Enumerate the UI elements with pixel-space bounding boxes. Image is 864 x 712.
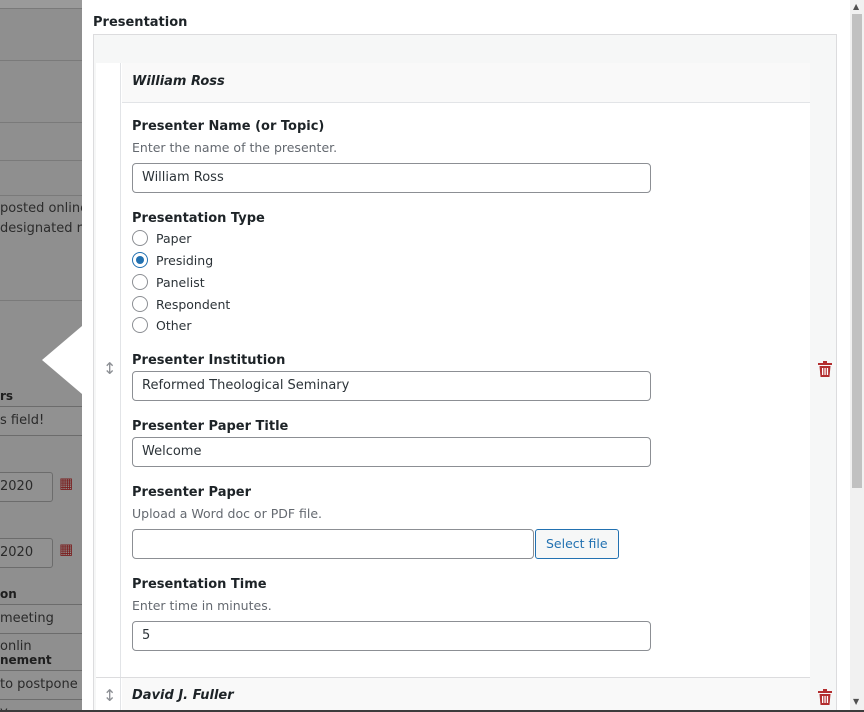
- trash-icon[interactable]: [818, 689, 832, 705]
- presenter-name-input[interactable]: William Ross: [132, 163, 651, 193]
- row-header-title: William Ross: [132, 74, 225, 89]
- row-handle-column[interactable]: ↕: [96, 678, 121, 710]
- row-header[interactable]: William Ross: [122, 63, 810, 103]
- background-label: rs: [0, 389, 14, 403]
- paper-title-label: Presenter Paper Title: [132, 419, 289, 434]
- background-text: designated re: [0, 221, 82, 236]
- background-field: meeting onlin: [0, 604, 82, 654]
- radio-label[interactable]: Respondent: [156, 297, 230, 312]
- presentation-panel: Presentation ↕ William Ross Presenter Na…: [82, 0, 850, 710]
- section-title: Presentation: [93, 15, 188, 30]
- radio-label[interactable]: Presiding: [156, 253, 213, 268]
- repeater-container: ↕ William Ross Presenter Name (or Topic)…: [93, 34, 837, 710]
- popover-pointer: [42, 326, 82, 394]
- scroll-up-arrow-icon[interactable]: ▲: [853, 2, 859, 11]
- radio-button-checked[interactable]: [132, 252, 148, 268]
- radio-label[interactable]: Panelist: [156, 275, 205, 290]
- presentation-time-label: Presentation Time: [132, 577, 267, 592]
- presentation-type-label: Presentation Type: [132, 211, 265, 226]
- trash-icon[interactable]: [818, 361, 832, 377]
- drag-handle-icon[interactable]: ↕: [103, 686, 116, 705]
- repeater-row: ↕ David J. Fuller: [96, 677, 832, 710]
- presenter-name-description: Enter the name of the presenter.: [132, 140, 338, 155]
- radio-option-respondent[interactable]: Respondent: [132, 295, 230, 313]
- background-date-input: 2020: [0, 472, 53, 502]
- presenter-institution-label: Presenter Institution: [132, 353, 286, 368]
- background-field: s field!: [0, 406, 82, 436]
- radio-button[interactable]: [132, 317, 148, 333]
- row-header[interactable]: David J. Fuller: [122, 678, 810, 710]
- scrollbar-thumb[interactable]: [852, 14, 862, 488]
- presenter-name-label: Presenter Name (or Topic): [132, 119, 325, 134]
- background-label: on: [0, 587, 17, 601]
- radio-button[interactable]: [132, 274, 148, 290]
- radio-option-panelist[interactable]: Panelist: [132, 273, 205, 291]
- presenter-paper-description: Upload a Word doc or PDF file.: [132, 506, 323, 521]
- presentation-time-input[interactable]: 5: [132, 621, 651, 651]
- radio-option-paper[interactable]: Paper: [132, 229, 191, 247]
- background-label: nement: [0, 653, 52, 667]
- radio-option-presiding[interactable]: Presiding: [132, 251, 213, 269]
- presentation-time-description: Enter time in minutes.: [132, 598, 272, 613]
- background-date-input: 2020: [0, 538, 53, 568]
- radio-button[interactable]: [132, 296, 148, 312]
- repeater-row: ↕ William Ross Presenter Name (or Topic)…: [96, 63, 832, 677]
- background-field: to postpone y: [0, 670, 82, 712]
- scroll-down-arrow-icon[interactable]: ▼: [853, 697, 859, 706]
- drag-handle-icon[interactable]: ↕: [103, 359, 116, 378]
- calendar-icon: ▦: [59, 474, 74, 492]
- radio-label[interactable]: Other: [156, 318, 192, 333]
- presenter-paper-label: Presenter Paper: [132, 485, 252, 500]
- presenter-institution-input[interactable]: Reformed Theological Seminary: [132, 371, 651, 401]
- radio-label[interactable]: Paper: [156, 231, 191, 246]
- vertical-scrollbar[interactable]: ▲ ▼: [850, 0, 864, 710]
- file-path-input[interactable]: [132, 529, 534, 559]
- background-text: posted online: [0, 201, 82, 216]
- row-header-title: David J. Fuller: [132, 688, 234, 703]
- row-handle-column[interactable]: ↕: [96, 63, 121, 677]
- calendar-icon: ▦: [59, 540, 74, 558]
- select-file-button[interactable]: Select file: [535, 529, 619, 559]
- paper-title-input[interactable]: Welcome: [132, 437, 651, 467]
- radio-button[interactable]: [132, 230, 148, 246]
- radio-option-other[interactable]: Other: [132, 316, 192, 334]
